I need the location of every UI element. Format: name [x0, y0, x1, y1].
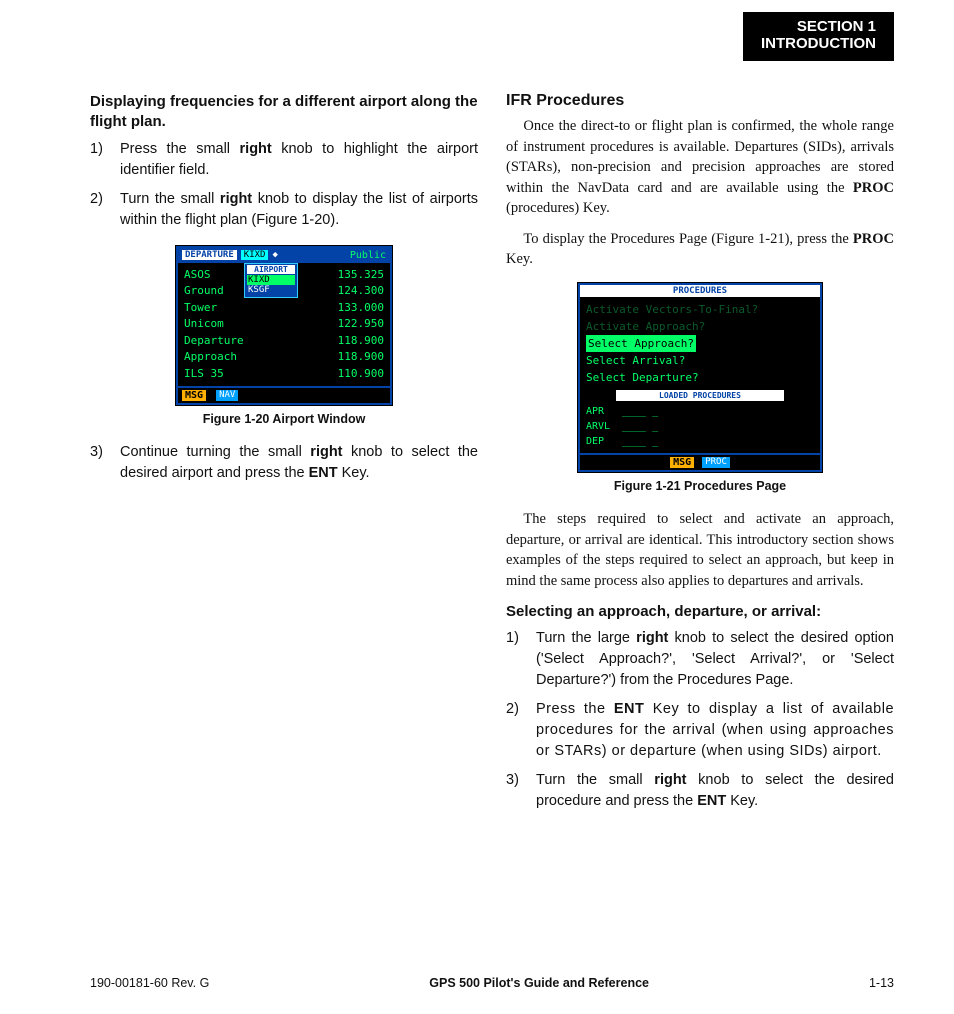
right-steps: 1) Turn the large right knob to select t… [506, 628, 894, 812]
step-text: Press the ENT Key to display a list of a… [536, 699, 894, 762]
figure-caption: Figure 1-21 Procedures Page [506, 479, 894, 493]
step-text: Continue turning the small right knob to… [120, 442, 478, 484]
step-text: Turn the large right knob to select the … [536, 628, 894, 691]
gps-topbar: DEPARTURE KIXD ◆ Public [178, 248, 390, 263]
proc-screen: PROCEDURES Activate Vectors-To-Final? Ac… [577, 282, 823, 473]
diamond-icon: ◆ [272, 250, 277, 260]
step: 3) Turn the small right knob to select t… [506, 770, 894, 812]
step: 1) Turn the large right knob to select t… [506, 628, 894, 691]
left-steps-b: 3) Continue turning the small right knob… [90, 442, 478, 484]
step-text: Turn the small right knob to select the … [536, 770, 894, 812]
freq-row: ILS 35110.900 [184, 366, 384, 383]
footer-mid: GPS 500 Pilot's Guide and Reference [429, 976, 649, 990]
airport-code: KIXD [241, 250, 269, 260]
gps-botbar: MSG NAV [178, 386, 390, 403]
proc-row: Activate Approach? [586, 318, 814, 335]
popup-header: AIRPORT [247, 265, 295, 274]
figure-1-21: PROCEDURES Activate Vectors-To-Final? Ac… [506, 282, 894, 493]
loaded-row: APR____ _ [586, 404, 814, 419]
msg-tag: MSG [670, 457, 694, 468]
right-topic: IFR Procedures [506, 92, 894, 110]
proc-inner: Activate Vectors-To-Final? Activate Appr… [580, 297, 820, 453]
proc-row-selected: Select Approach? [586, 335, 696, 352]
left-steps-a: 1) Press the small right knob to highlig… [90, 139, 478, 231]
popup-option: KSGF [247, 285, 295, 295]
paragraph: Once the direct-to or flight plan is con… [506, 116, 894, 219]
proc-row: Select Departure? [586, 369, 814, 386]
step-text: Press the small right knob to highlight … [120, 139, 478, 181]
step-num: 3) [90, 442, 120, 484]
airport-popup: AIRPORT KIXD KSGF [244, 263, 298, 298]
popup-option: KIXD [247, 275, 295, 285]
freq-row: Tower133.000 [184, 300, 384, 317]
columns: Displaying frequencies for a different a… [90, 92, 894, 826]
departure-label: DEPARTURE [182, 250, 237, 260]
page: SECTION 1 INTRODUCTION Displaying freque… [0, 0, 954, 1014]
footer-right: 1-13 [869, 976, 894, 990]
step-num: 1) [90, 139, 120, 181]
step: 2) Turn the small right knob to display … [90, 189, 478, 231]
step-num: 1) [506, 628, 536, 691]
left-column: Displaying frequencies for a different a… [90, 92, 478, 826]
figure-1-20: DEPARTURE KIXD ◆ Public AIRPORT KIXD KSG… [90, 245, 478, 427]
proc-botbar: MSG PROC [580, 453, 820, 470]
nav-tag: NAV [216, 390, 238, 401]
right-column: IFR Procedures Once the direct-to or fli… [506, 92, 894, 826]
freq-row: Approach118.900 [184, 349, 384, 366]
freq-row: Unicom122.950 [184, 316, 384, 333]
step: 2) Press the ENT Key to display a list o… [506, 699, 894, 762]
step-num: 3) [506, 770, 536, 812]
footer: 190-00181-60 Rev. G GPS 500 Pilot's Guid… [90, 976, 894, 990]
section-line2: INTRODUCTION [761, 35, 876, 52]
right-heading2: Selecting an approach, departure, or arr… [506, 602, 894, 622]
left-heading: Displaying frequencies for a different a… [90, 92, 478, 133]
step-num: 2) [506, 699, 536, 762]
gps-screen: DEPARTURE KIXD ◆ Public AIRPORT KIXD KSG… [175, 245, 393, 407]
step-text: Turn the small right knob to display the… [120, 189, 478, 231]
section-line1: SECTION 1 [761, 18, 876, 35]
loaded-procedures-label: LOADED PROCEDURES [616, 390, 784, 401]
step-num: 2) [90, 189, 120, 231]
freq-row: Departure118.900 [184, 333, 384, 350]
gps-inner: AIRPORT KIXD KSGF ASOS135.325 Ground124.… [178, 263, 390, 387]
paragraph: To display the Procedures Page (Figure 1… [506, 229, 894, 270]
proc-row: Select Arrival? [586, 352, 814, 369]
proc-tag: PROC [702, 457, 730, 468]
msg-tag: MSG [182, 390, 206, 401]
figure-caption: Figure 1-20 Airport Window [90, 412, 478, 426]
step: 3) Continue turning the small right knob… [90, 442, 478, 484]
loaded-row: DEP____ _ [586, 434, 814, 449]
proc-row: Activate Vectors-To-Final? [586, 301, 814, 318]
proc-title: PROCEDURES [580, 285, 820, 297]
loaded-row: ARVL____ _ [586, 419, 814, 434]
public-label: Public [350, 250, 386, 261]
step: 1) Press the small right knob to highlig… [90, 139, 478, 181]
section-tab: SECTION 1 INTRODUCTION [743, 12, 894, 61]
footer-left: 190-00181-60 Rev. G [90, 976, 209, 990]
paragraph: The steps required to select and activat… [506, 509, 894, 591]
